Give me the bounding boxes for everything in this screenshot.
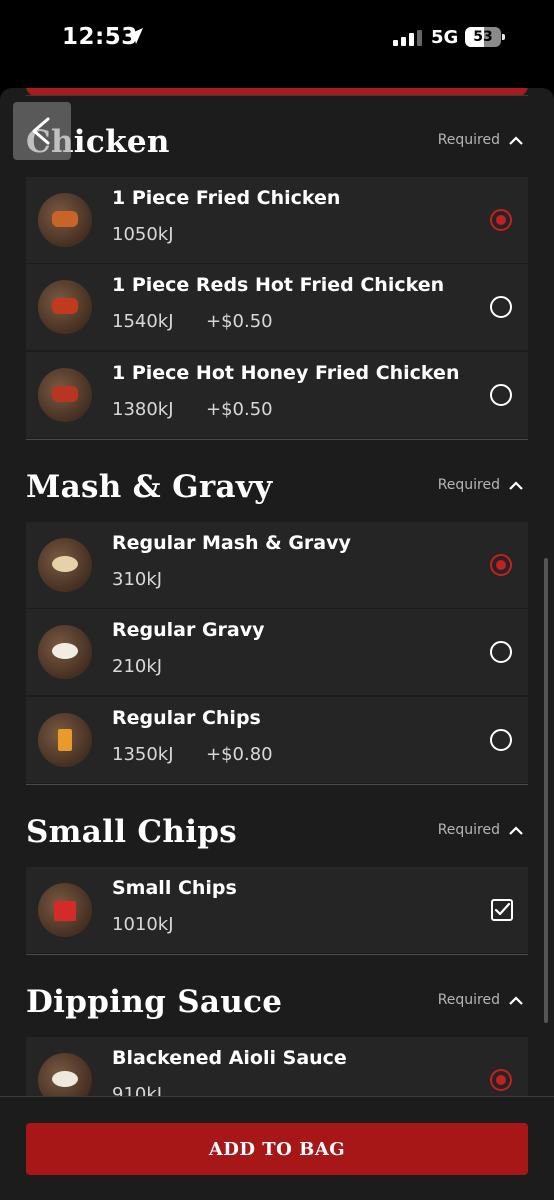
option-price: +$0.80 — [206, 744, 273, 765]
option-name: Regular Gravy — [112, 619, 265, 641]
option-row[interactable]: 1 Piece Fried Chicken 1050kJ — [26, 177, 528, 263]
option-row[interactable]: Regular Gravy 210kJ — [26, 609, 528, 695]
footer-bar: ADD TO BAG — [0, 1096, 554, 1200]
section-toggle-chicken[interactable]: Required — [438, 132, 524, 148]
food-thumbnail — [38, 713, 92, 767]
option-kj: 1050kJ — [112, 224, 174, 245]
required-label: Required — [437, 822, 500, 838]
chevron-up-icon — [509, 136, 523, 145]
chevron-up-icon — [509, 996, 523, 1005]
chevron-up-icon — [509, 481, 523, 490]
scrollbar[interactable] — [544, 558, 548, 1023]
radio-selected[interactable] — [490, 554, 512, 576]
option-kj: 1350kJ — [112, 744, 174, 765]
signal-icon — [393, 30, 422, 46]
option-name: 1 Piece Hot Honey Fried Chicken — [112, 362, 460, 384]
option-name: Small Chips — [112, 877, 237, 899]
option-price: +$0.50 — [206, 399, 273, 420]
section-toggle-mash-gravy[interactable]: Required — [438, 477, 524, 493]
option-name: 1 Piece Fried Chicken — [112, 187, 341, 209]
option-kj: 1540kJ — [112, 311, 174, 332]
option-name: 1 Piece Reds Hot Fried Chicken — [112, 274, 445, 296]
battery-level: 53 — [473, 29, 493, 45]
section-title-dipping-sauce: Dipping Sauce — [26, 984, 283, 1020]
top-divider — [26, 95, 528, 96]
section-toggle-dipping-sauce[interactable]: Required — [438, 992, 524, 1008]
food-thumbnail — [38, 368, 92, 422]
radio-unselected[interactable] — [490, 641, 512, 663]
add-to-bag-button[interactable]: ADD TO BAG — [26, 1123, 528, 1175]
section-divider — [26, 784, 528, 785]
required-label: Required — [437, 477, 500, 493]
option-name: Regular Mash & Gravy — [112, 532, 351, 554]
back-button[interactable] — [13, 102, 71, 160]
checkbox-checked-icon[interactable] — [490, 898, 514, 922]
options-sheet: Chicken Required 1 Piece Fried Chicken 1… — [0, 88, 554, 1200]
option-price: +$0.50 — [206, 311, 273, 332]
location-arrow-icon — [127, 28, 143, 44]
chevron-up-icon — [509, 826, 523, 835]
required-label: Required — [437, 132, 500, 148]
option-kj: 310kJ — [112, 569, 163, 590]
back-arrow-icon — [32, 117, 50, 145]
section-divider — [26, 954, 528, 955]
food-thumbnail — [38, 538, 92, 592]
radio-selected[interactable] — [490, 1069, 512, 1091]
option-kj: 1380kJ — [112, 399, 174, 420]
network-label: 5G — [431, 27, 459, 48]
option-kj: 210kJ — [112, 656, 163, 677]
radio-unselected[interactable] — [490, 729, 512, 751]
section-title-small-chips: Small Chips — [26, 814, 238, 850]
required-label: Required — [437, 992, 500, 1008]
food-thumbnail — [38, 193, 92, 247]
battery-tip — [502, 34, 505, 40]
radio-unselected[interactable] — [490, 384, 512, 406]
option-row[interactable]: 1 Piece Reds Hot Fried Chicken 1540kJ +$… — [26, 264, 528, 350]
food-thumbnail — [38, 883, 92, 937]
battery-icon: 53 — [465, 27, 505, 47]
section-toggle-small-chips[interactable]: Required — [438, 822, 524, 838]
radio-unselected[interactable] — [490, 296, 512, 318]
section-title-mash-gravy: Mash & Gravy — [26, 469, 273, 505]
option-name: Blackened Aioli Sauce — [112, 1047, 347, 1069]
option-kj: 1010kJ — [112, 914, 174, 935]
option-name: Regular Chips — [112, 707, 261, 729]
food-thumbnail — [38, 280, 92, 334]
section-divider — [26, 439, 528, 440]
option-row[interactable]: Regular Chips 1350kJ +$0.80 — [26, 697, 528, 783]
option-row[interactable]: Small Chips 1010kJ — [26, 867, 528, 953]
radio-selected[interactable] — [490, 209, 512, 231]
food-thumbnail — [38, 625, 92, 679]
status-bar: 12:53 5G 53 — [0, 0, 554, 80]
option-row[interactable]: 1 Piece Hot Honey Fried Chicken 1380kJ +… — [26, 352, 528, 438]
option-row[interactable]: Regular Mash & Gravy 310kJ — [26, 522, 528, 608]
